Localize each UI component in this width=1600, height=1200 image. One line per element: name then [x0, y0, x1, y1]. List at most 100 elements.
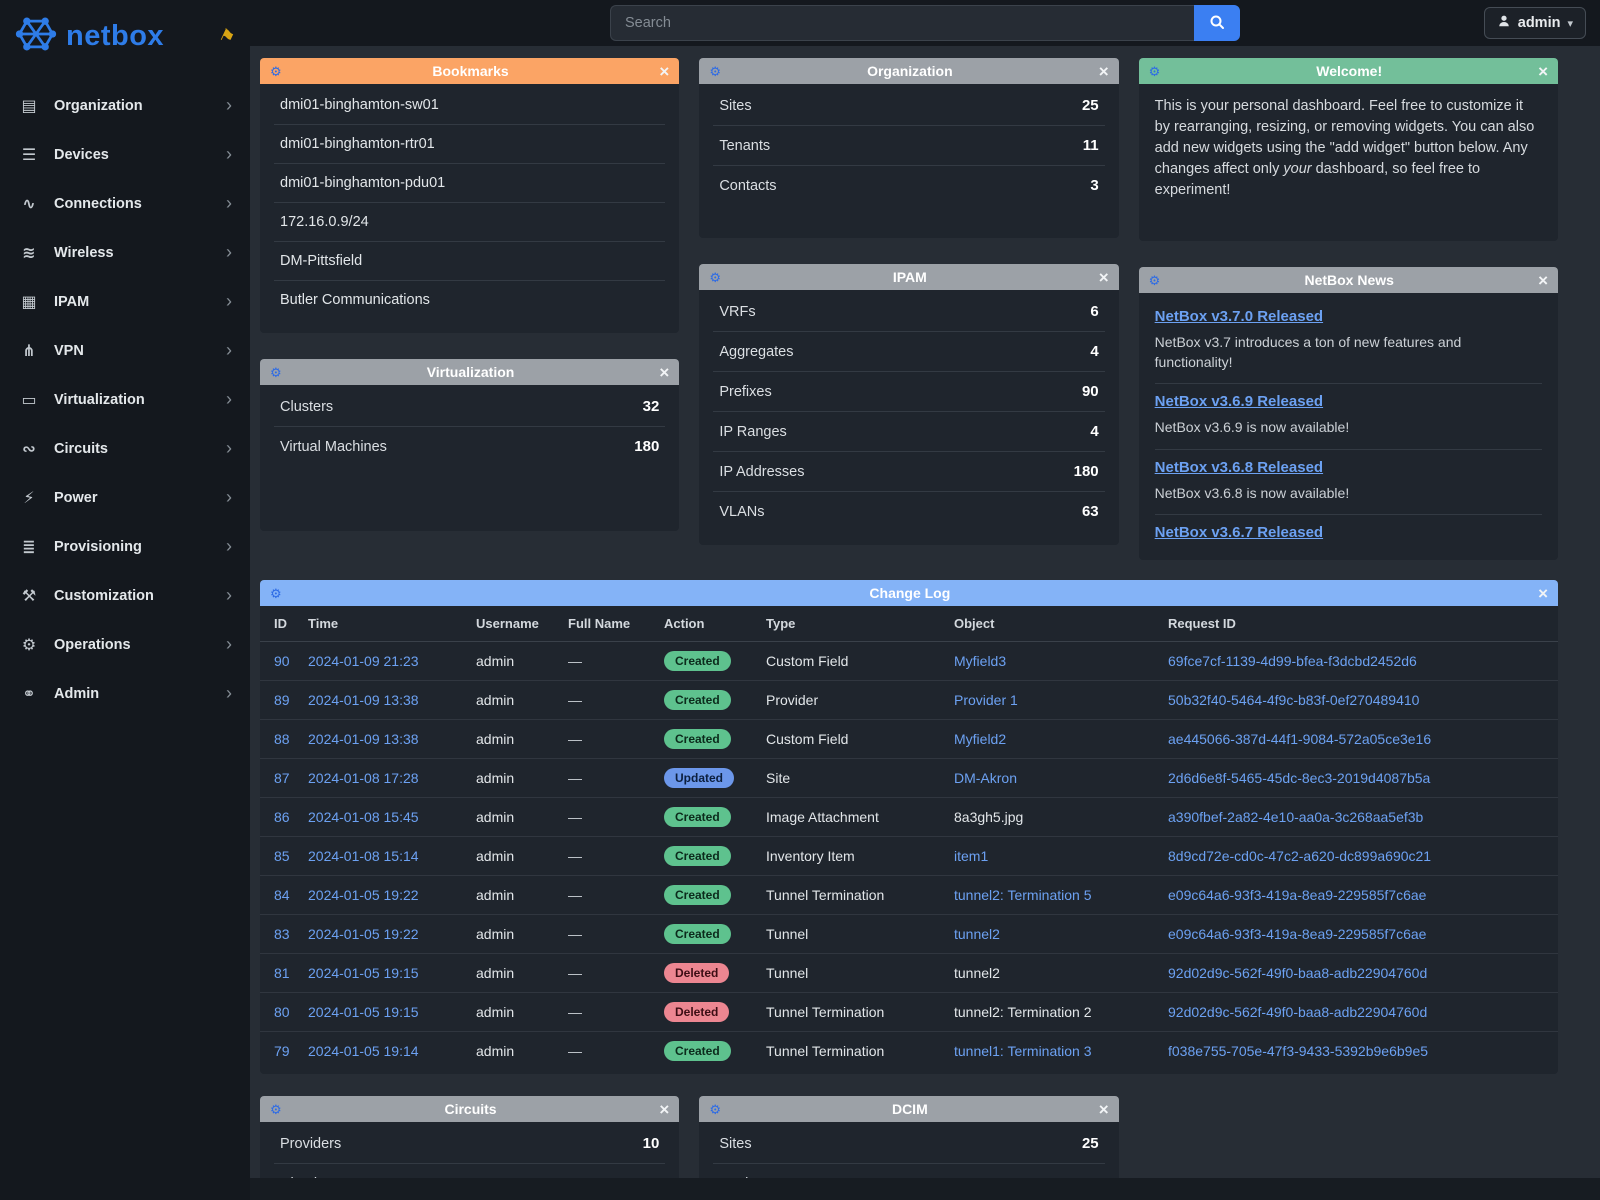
changelog-id-link[interactable]: 85: [274, 848, 290, 864]
news-release-link[interactable]: NetBox v3.6.9 Released: [1155, 393, 1323, 410]
widget-config-icon[interactable]: ⚙: [1149, 65, 1161, 78]
changelog-time-link[interactable]: 2024-01-08 17:28: [308, 770, 419, 786]
widget-close-icon[interactable]: ×: [1538, 585, 1548, 602]
sidebar-item-provisioning[interactable]: ≣Provisioning›: [0, 522, 250, 571]
widget-close-icon[interactable]: ×: [659, 364, 669, 381]
bookmark-item[interactable]: dmi01-binghamton-sw01: [274, 86, 665, 125]
sidebar-item-customization[interactable]: ⚒Customization›: [0, 571, 250, 620]
stat-count-link[interactable]: 3: [1090, 177, 1098, 194]
widget-config-icon[interactable]: ⚙: [270, 366, 282, 379]
request-id-link[interactable]: 92d02d9c-562f-49f0-baa8-adb22904760d: [1168, 965, 1427, 981]
stat-count-link[interactable]: 25: [1082, 1135, 1099, 1152]
sidebar-item-operations[interactable]: ⚙Operations›: [0, 620, 250, 669]
request-id-link[interactable]: f038e755-705e-47f3-9433-5392b9e6b9e5: [1168, 1043, 1428, 1059]
changelog-id-link[interactable]: 86: [274, 809, 290, 825]
changelog-id-link[interactable]: 89: [274, 692, 290, 708]
widget-close-icon[interactable]: ×: [1099, 1101, 1109, 1118]
request-id-link[interactable]: 69fce7cf-1139-4d99-bfea-f3dcbd2452d6: [1168, 653, 1417, 669]
changelog-id-link[interactable]: 90: [274, 653, 290, 669]
widget-close-icon[interactable]: ×: [1538, 63, 1548, 80]
widget-config-icon[interactable]: ⚙: [270, 1103, 282, 1116]
changelog-id-link[interactable]: 84: [274, 887, 290, 903]
pin-sidebar-icon[interactable]: ⚑: [215, 24, 237, 49]
request-id-link[interactable]: ae445066-387d-44f1-9084-572a05ce3e16: [1168, 731, 1431, 747]
changelog-id-link[interactable]: 87: [274, 770, 290, 786]
object-link[interactable]: Myfield2: [954, 731, 1006, 747]
widget-close-icon[interactable]: ×: [659, 63, 669, 80]
stat-count-link[interactable]: 90: [1082, 383, 1099, 400]
request-id-link[interactable]: 50b32f40-5464-4f9c-b83f-0ef270489410: [1168, 692, 1419, 708]
widget-close-icon[interactable]: ×: [1538, 272, 1548, 289]
request-id-link[interactable]: 2d6d6e8f-5465-45dc-8ec3-2019d4087b5a: [1168, 770, 1430, 786]
sidebar-item-organization[interactable]: ▤Organization›: [0, 81, 250, 130]
news-release-link[interactable]: NetBox v3.6.8 Released: [1155, 459, 1323, 476]
stat-count-link[interactable]: 11: [1083, 137, 1099, 154]
sidebar-item-devices[interactable]: ☰Devices›: [0, 130, 250, 179]
request-id-link[interactable]: 92d02d9c-562f-49f0-baa8-adb22904760d: [1168, 1004, 1427, 1020]
widget-config-icon[interactable]: ⚙: [709, 271, 721, 284]
changelog-time-link[interactable]: 2024-01-09 13:38: [308, 692, 419, 708]
netbox-logo-icon[interactable]: [14, 12, 58, 61]
changelog-time-link[interactable]: 2024-01-09 13:38: [308, 731, 419, 747]
bookmark-item[interactable]: dmi01-binghamton-rtr01: [274, 125, 665, 164]
user-menu-button[interactable]: admin ▾: [1484, 7, 1586, 39]
sidebar-item-virtualization[interactable]: ▭Virtualization›: [0, 375, 250, 424]
changelog-time-link[interactable]: 2024-01-05 19:15: [308, 1004, 419, 1020]
bookmark-item[interactable]: DM-Pittsfield: [274, 242, 665, 281]
request-id-link[interactable]: a390fbef-2a82-4e10-aa0a-3c268aa5ef3b: [1168, 809, 1423, 825]
search-input[interactable]: [610, 5, 1194, 41]
request-id-link[interactable]: e09c64a6-93f3-419a-8ea9-229585f7c6ae: [1168, 887, 1426, 903]
changelog-id-link[interactable]: 80: [274, 1004, 290, 1020]
changelog-id-link[interactable]: 88: [274, 731, 290, 747]
brand-name[interactable]: netbox: [66, 20, 164, 53]
stat-count-link[interactable]: 63: [1082, 503, 1099, 520]
object-link[interactable]: DM-Akron: [954, 770, 1017, 786]
changelog-id-link[interactable]: 81: [274, 965, 290, 981]
stat-count-link[interactable]: 4: [1090, 423, 1098, 440]
bookmark-item[interactable]: dmi01-binghamton-pdu01: [274, 164, 665, 203]
widget-config-icon[interactable]: ⚙: [709, 1103, 721, 1116]
changelog-time-link[interactable]: 2024-01-05 19:14: [308, 1043, 419, 1059]
sidebar-item-wireless[interactable]: ≋Wireless›: [0, 228, 250, 277]
request-id-link[interactable]: 8d9cd72e-cd0c-47c2-a620-dc899a690c21: [1168, 848, 1431, 864]
news-release-link[interactable]: NetBox v3.6.7 Released: [1155, 524, 1323, 541]
stat-count-link[interactable]: 10: [643, 1135, 660, 1152]
sidebar-item-power[interactable]: ⚡Power›: [0, 473, 250, 522]
stat-count-link[interactable]: 25: [1082, 97, 1099, 114]
changelog-time-link[interactable]: 2024-01-08 15:45: [308, 809, 419, 825]
bookmark-item[interactable]: 172.16.0.9/24: [274, 203, 665, 242]
stat-count-link[interactable]: 4: [1090, 343, 1098, 360]
widget-config-icon[interactable]: ⚙: [270, 587, 282, 600]
sidebar-item-ipam[interactable]: ▦IPAM›: [0, 277, 250, 326]
changelog-time-link[interactable]: 2024-01-05 19:15: [308, 965, 419, 981]
changelog-time-link[interactable]: 2024-01-05 19:22: [308, 926, 419, 942]
bookmark-item[interactable]: Butler Communications: [274, 281, 665, 319]
object-link[interactable]: item1: [954, 848, 988, 864]
widget-close-icon[interactable]: ×: [1099, 269, 1109, 286]
news-release-link[interactable]: NetBox v3.7.0 Released: [1155, 308, 1323, 325]
widget-close-icon[interactable]: ×: [659, 1101, 669, 1118]
changelog-time-link[interactable]: 2024-01-05 19:22: [308, 887, 419, 903]
stat-count-link[interactable]: 6: [1090, 303, 1098, 320]
widget-close-icon[interactable]: ×: [1099, 63, 1109, 80]
changelog-time-link[interactable]: 2024-01-09 21:23: [308, 653, 419, 669]
stat-count-link[interactable]: 180: [634, 438, 659, 455]
object-link[interactable]: Myfield3: [954, 653, 1006, 669]
changelog-time-link[interactable]: 2024-01-08 15:14: [308, 848, 419, 864]
changelog-id-link[interactable]: 83: [274, 926, 290, 942]
stat-count-link[interactable]: 32: [643, 398, 660, 415]
object-link[interactable]: tunnel2: [954, 926, 1000, 942]
sidebar-item-admin[interactable]: ⚭Admin›: [0, 669, 250, 718]
object-link[interactable]: tunnel2: Termination 5: [954, 887, 1092, 903]
sidebar-item-circuits[interactable]: ∾Circuits›: [0, 424, 250, 473]
stat-count-link[interactable]: 180: [1074, 463, 1099, 480]
search-button[interactable]: [1194, 5, 1240, 41]
widget-config-icon[interactable]: ⚙: [270, 65, 282, 78]
request-id-link[interactable]: e09c64a6-93f3-419a-8ea9-229585f7c6ae: [1168, 926, 1426, 942]
changelog-id-link[interactable]: 79: [274, 1043, 290, 1059]
object-link[interactable]: Provider 1: [954, 692, 1018, 708]
widget-config-icon[interactable]: ⚙: [709, 65, 721, 78]
object-link[interactable]: tunnel1: Termination 3: [954, 1043, 1092, 1059]
sidebar-item-vpn[interactable]: ⋔VPN›: [0, 326, 250, 375]
sidebar-item-connections[interactable]: ∿Connections›: [0, 179, 250, 228]
